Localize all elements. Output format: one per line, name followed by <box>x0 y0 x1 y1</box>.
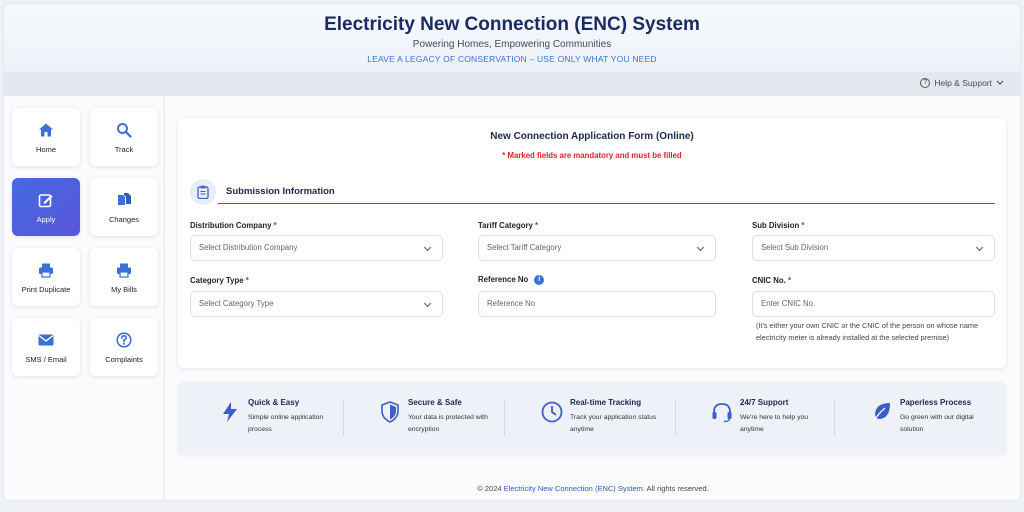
chevron-down-icon <box>423 243 432 252</box>
printer-icon <box>90 262 158 278</box>
clock-icon <box>541 401 563 423</box>
sub-division-label: Sub Division * <box>752 221 805 230</box>
page-footer: © 2024 Electricity New Connection (ENC) … <box>477 484 709 493</box>
home-icon <box>12 122 80 138</box>
sidebar-item-home[interactable]: Home <box>12 108 80 166</box>
sidebar-item-track[interactable]: Track <box>90 108 158 166</box>
info-icon[interactable]: i <box>534 275 545 285</box>
sidebar-item-sms-email[interactable]: SMS / Email <box>12 318 80 376</box>
category-type-label: Category Type * <box>190 276 249 285</box>
reference-no-label: Reference No i <box>478 275 545 285</box>
sidebar-item-my-bills[interactable]: My Bills <box>90 248 158 306</box>
help-support-label: Help & Support <box>934 78 992 88</box>
features-strip: Quick & Easy Simple online application p… <box>178 382 1006 454</box>
mail-icon <box>12 332 80 348</box>
sub-division-select[interactable]: Select Sub Division <box>752 235 995 261</box>
documents-icon <box>90 192 158 208</box>
page-subtitle: Powering Homes, Empowering Communities <box>412 39 612 50</box>
application-form-card: New Connection Application Form (Online)… <box>178 118 1006 368</box>
sidebar-item-complaints[interactable]: Complaints <box>90 318 158 376</box>
sidebar-item-changes[interactable]: Changes <box>90 178 158 236</box>
help-circle-icon: ? <box>920 78 931 88</box>
clipboard-icon <box>190 179 216 205</box>
distribution-company-label: Distribution Company * <box>190 221 277 230</box>
form-title: New Connection Application Form (Online) <box>490 131 694 142</box>
sidebar-item-label: Complaints <box>105 355 143 364</box>
section-divider <box>218 203 995 204</box>
shield-icon <box>381 401 399 423</box>
feature-divider <box>343 400 344 436</box>
help-support-menu[interactable]: ? Help & Support <box>920 78 1004 88</box>
leaf-icon <box>872 403 890 423</box>
feature-divider <box>834 400 835 436</box>
sidebar-item-label: Track <box>114 145 134 154</box>
app-window: Electricity New Connection (ENC) System … <box>4 4 1020 500</box>
top-bar: ? Help & Support <box>4 72 1020 96</box>
cnic-hint: (It's either your own CNIC or the CNIC o… <box>756 321 979 342</box>
tariff-category-label: Tariff Category * <box>478 221 539 230</box>
mandatory-note: * Marked fields are mandatory and must b… <box>502 151 682 160</box>
chevron-down-icon <box>423 299 432 308</box>
main-content: New Connection Application Form (Online)… <box>166 96 1020 500</box>
sidebar-item-label: Changes <box>108 215 140 224</box>
sidebar-item-label: My Bills <box>111 285 137 294</box>
section-title: Submission Information <box>226 186 335 197</box>
question-icon <box>90 332 158 348</box>
reference-no-input[interactable]: Reference No <box>478 291 716 317</box>
tariff-category-select[interactable]: Select Tariff Category <box>478 235 716 261</box>
page-tagline: LEAVE A LEGACY OF CONSERVATION – USE ONL… <box>367 54 657 64</box>
feature-divider <box>504 400 505 436</box>
distribution-company-select[interactable]: Select Distribution Company <box>190 235 443 261</box>
feature-divider <box>675 400 676 436</box>
cnic-input[interactable]: Enter CNIC No. <box>752 291 995 317</box>
headset-icon <box>712 403 732 423</box>
sidebar-item-print-duplicate[interactable]: Print Duplicate <box>12 248 80 306</box>
printer-icon <box>12 262 80 278</box>
footer-brand: Electricity New Connection (ENC) System <box>503 484 643 493</box>
page-title: Electricity New Connection (ENC) System <box>324 14 700 35</box>
sidebar-item-apply[interactable]: Apply <box>12 178 80 236</box>
page-header: Electricity New Connection (ENC) System … <box>4 4 1020 72</box>
chevron-down-icon <box>996 80 1004 85</box>
sidebar-item-label: Print Duplicate <box>21 285 71 294</box>
edit-icon <box>12 192 80 208</box>
sidebar-item-label: SMS / Email <box>25 355 67 364</box>
search-icon <box>90 122 158 138</box>
sidebar: Home Track Apply Changes Print Duplicate <box>4 96 165 500</box>
category-type-select[interactable]: Select Category Type <box>190 291 443 317</box>
chevron-down-icon <box>975 243 984 252</box>
sidebar-item-label: Apply <box>36 215 56 224</box>
cnic-label: CNIC No. * <box>752 276 792 285</box>
lightning-icon <box>223 402 237 422</box>
chevron-down-icon <box>696 243 705 252</box>
sidebar-item-label: Home <box>35 145 56 154</box>
